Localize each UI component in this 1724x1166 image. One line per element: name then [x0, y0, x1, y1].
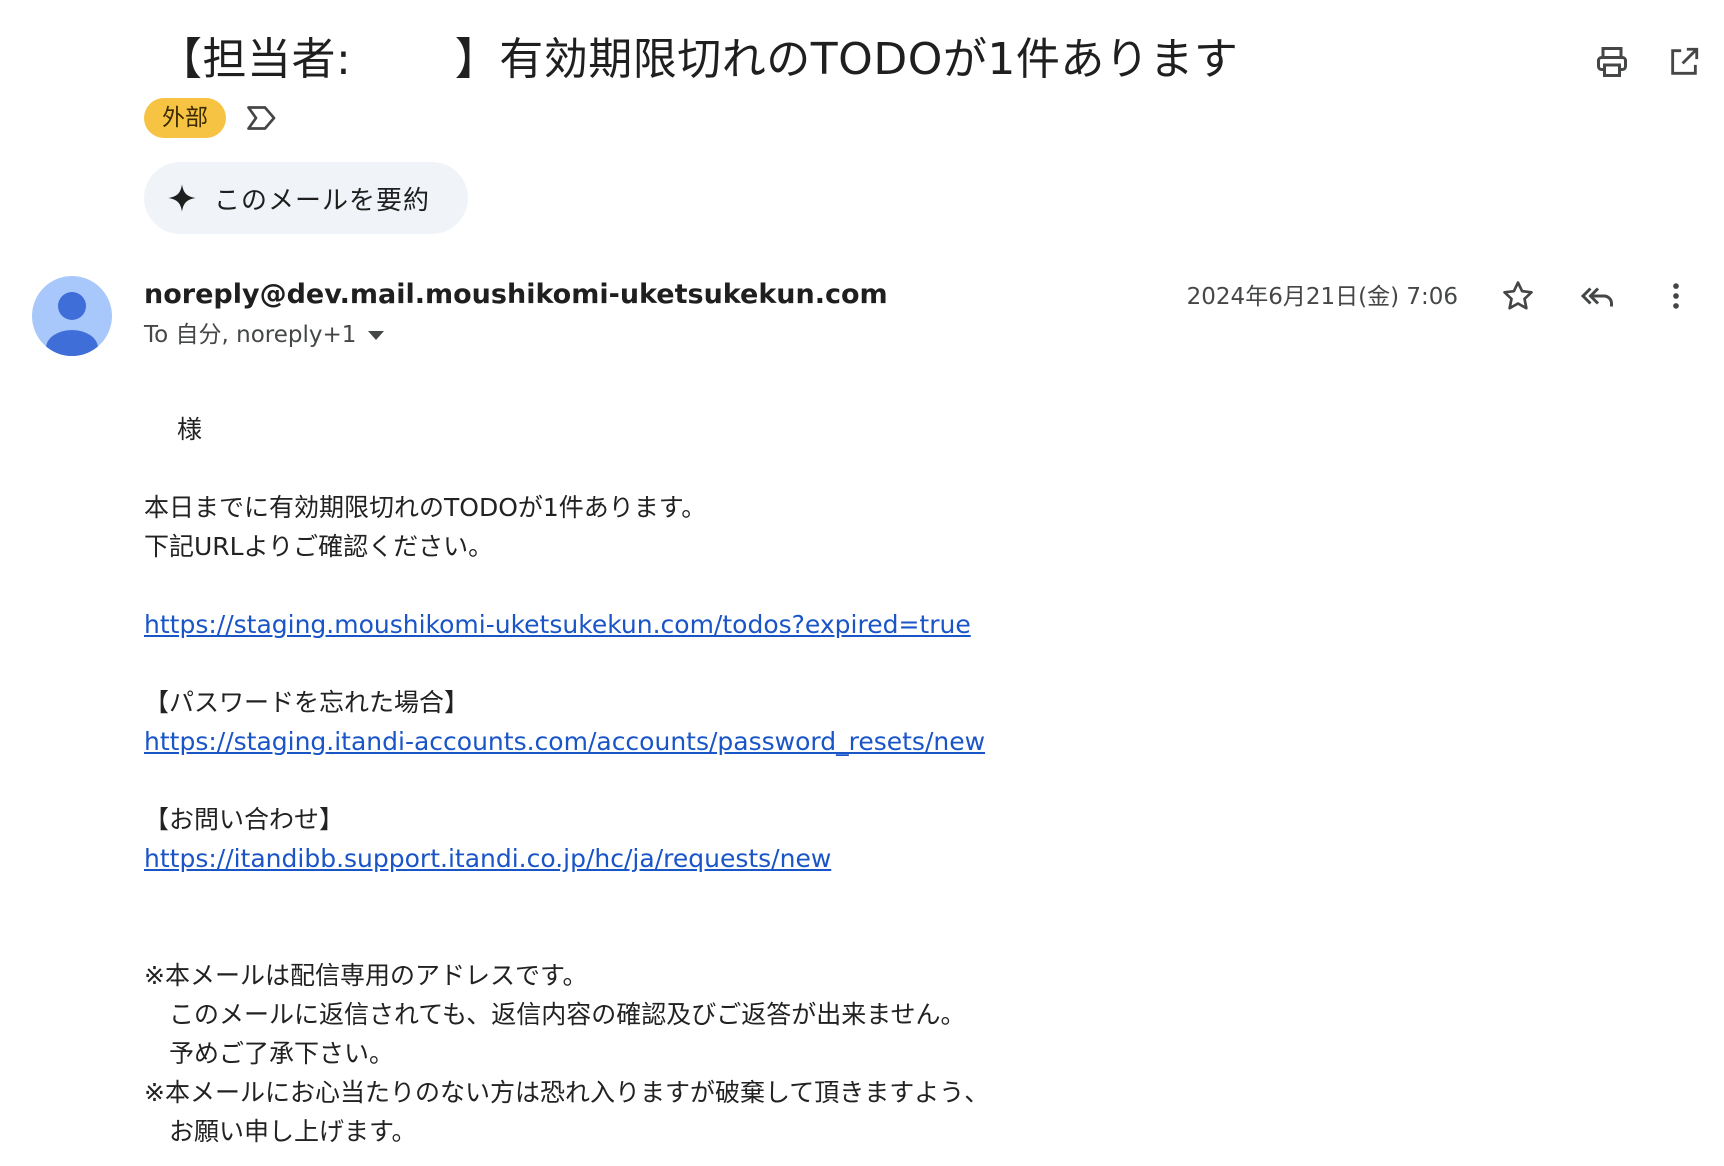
- contact-heading: 【お問い合わせ】: [144, 805, 345, 834]
- todo-link[interactable]: https://staging.moushikomi-uketsukekun.c…: [144, 605, 971, 644]
- note-line-4: ※本メールにお心当たりのない方は恐れ入りますが破棄して頂きますよう、: [144, 1078, 990, 1107]
- caret-down-icon: [368, 330, 385, 340]
- note-line-3: 予めご了承下さい。: [144, 1039, 395, 1068]
- note-line-1: ※本メールは配信専用のアドレスです。: [144, 961, 588, 990]
- recipients-toggle[interactable]: To 自分, noreply+1: [144, 318, 385, 352]
- greeting-text: 様: [144, 415, 202, 444]
- email-subject: 【担当者: 】有効期限切れのTODOが1件あります: [158, 34, 1239, 85]
- sender-address: noreply@dev.mail.moushikomi-uketsukekun.…: [144, 279, 888, 310]
- label-tag-icon[interactable]: [244, 100, 280, 140]
- star-icon[interactable]: [1496, 274, 1540, 318]
- reply-all-icon[interactable]: [1576, 274, 1620, 318]
- password-reset-link[interactable]: https://staging.itandi-accounts.com/acco…: [144, 722, 985, 761]
- note-line-2: このメールに返信されても、返信内容の確認及びご返答が出来ません。: [144, 1000, 966, 1029]
- password-heading: 【パスワードを忘れた場合】: [144, 688, 470, 717]
- email-date: 2024年6月21日(金) 7:06: [1186, 284, 1458, 310]
- print-icon[interactable]: [1590, 40, 1634, 84]
- body-line-2: 下記URLよりご確認ください。: [144, 532, 494, 561]
- contact-link[interactable]: https://itandibb.support.itandi.co.jp/hc…: [144, 839, 831, 878]
- summarize-email-label: このメールを要約: [214, 185, 431, 216]
- sparkle-icon: [162, 178, 202, 218]
- recipients-text: To 自分, noreply+1: [144, 322, 357, 348]
- note-line-5: お願い申し上げます。: [144, 1117, 417, 1146]
- more-options-icon[interactable]: [1654, 274, 1698, 318]
- summarize-email-button[interactable]: このメールを要約: [144, 162, 468, 234]
- body-line-1: 本日までに有効期限切れのTODOが1件あります。: [144, 493, 707, 522]
- sender-avatar[interactable]: [32, 276, 112, 356]
- label-chip-external[interactable]: 外部: [144, 98, 226, 138]
- open-in-new-icon[interactable]: [1662, 40, 1706, 84]
